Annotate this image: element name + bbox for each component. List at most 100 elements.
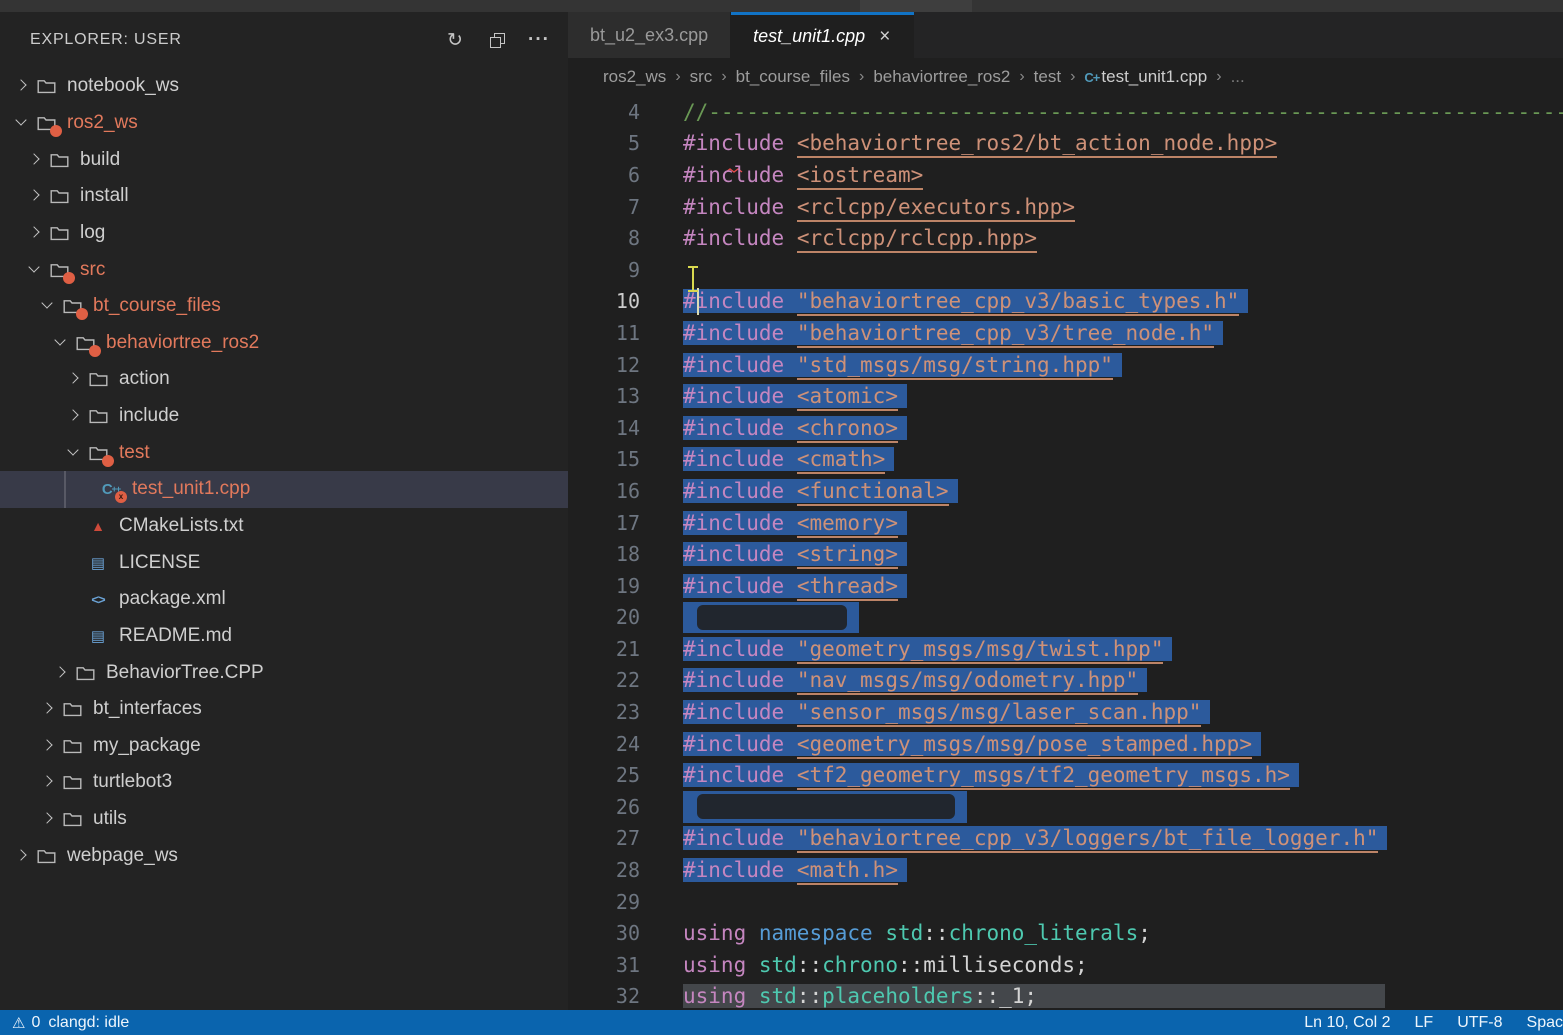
- tree-item-src[interactable]: src: [0, 251, 568, 288]
- chevron-right-icon: [51, 665, 73, 681]
- xml-icon: <>: [86, 589, 110, 609]
- collapse-folders-icon[interactable]: [484, 27, 510, 53]
- refresh-icon[interactable]: ↻: [442, 27, 468, 53]
- tree-item-package.xml[interactable]: <> package.xml: [0, 581, 568, 618]
- code-text: #include <thread>: [683, 574, 907, 598]
- folder-icon: [73, 333, 97, 353]
- status-eol-sequence[interactable]: LF: [1415, 1014, 1434, 1032]
- code-line-4: 4//-------------------------------------…: [568, 96, 1563, 128]
- code-line-32: 32using std::placeholders::_1;: [568, 981, 1563, 1010]
- code-line-29: 29: [568, 886, 1563, 918]
- tree-item-label: package.xml: [119, 588, 226, 610]
- tree-item-action[interactable]: action: [0, 361, 568, 398]
- tree-item-notebook_ws[interactable]: notebook_ws: [0, 68, 568, 105]
- line-number: 12: [568, 353, 640, 377]
- tab-bt_u2_ex3.cpp[interactable]: bt_u2_ex3.cpp: [568, 12, 731, 58]
- tree-item-label: LICENSE: [119, 552, 200, 574]
- code-line-28: 28 #include <math.h>: [568, 854, 1563, 886]
- tree-item-label: BehaviorTree.CPP: [106, 662, 264, 684]
- code-line-22: 22#include "nav_msgs/msg/odometry.hpp": [568, 665, 1563, 697]
- tree-item-label: action: [119, 368, 170, 390]
- line-number: 27: [568, 826, 640, 850]
- chevron-right-icon: [12, 848, 34, 864]
- breadcrumb-item-...[interactable]: ...: [1231, 67, 1245, 87]
- tree-item-bt_interfaces[interactable]: bt_interfaces: [0, 691, 568, 728]
- status-clangd-status[interactable]: clangd: idle: [48, 1014, 129, 1032]
- folder-icon: [60, 736, 84, 756]
- folder-icon: [47, 260, 71, 280]
- tree-item-CMakeLists.txt[interactable]: ▲CMakeLists.txt: [0, 508, 568, 545]
- tree-item-install[interactable]: install: [0, 178, 568, 215]
- breadcrumb-separator-icon: ›: [859, 68, 864, 86]
- code-text: #include "sensor_msgs/msg/laser_scan.hpp…: [683, 700, 1210, 724]
- code-line-17: 17#include <memory>: [568, 507, 1563, 539]
- tab-label: test_unit1.cpp: [753, 26, 865, 47]
- tree-item-ros2_ws[interactable]: ros2_ws: [0, 105, 568, 142]
- tree-item-label: CMakeLists.txt: [119, 515, 244, 537]
- tree-item-test_unit1.cpp[interactable]: C++xtest_unit1.cpp: [0, 471, 568, 508]
- breadcrumb-item-bt_course_files[interactable]: bt_course_files: [736, 67, 850, 87]
- tree-item-test[interactable]: test: [0, 434, 568, 471]
- more-actions-icon[interactable]: ···: [526, 27, 552, 53]
- breadcrumb-item-test[interactable]: test: [1034, 67, 1061, 87]
- code-line-31: 31using std::chrono::milliseconds;: [568, 949, 1563, 981]
- line-number: 15: [568, 447, 640, 471]
- tree-item-turtlebot3[interactable]: turtlebot3: [0, 764, 568, 801]
- tree-item-label: webpage_ws: [67, 845, 178, 867]
- explorer-sidebar: EXPLORER: USER ↻ ··· notebook_wsros2_wsb…: [0, 12, 568, 1010]
- status-cursor-position[interactable]: Ln 10, Col 2: [1304, 1014, 1390, 1032]
- tab-test_unit1.cpp[interactable]: test_unit1.cpp ×: [731, 12, 914, 58]
- status-text: 0: [31, 1014, 40, 1032]
- tree-item-README.md[interactable]: ▤README.md: [0, 618, 568, 655]
- indent-guide: [64, 471, 66, 508]
- code-line-25: 25#include <tf2_geometry_msgs/tf2_geomet…: [568, 759, 1563, 791]
- code-line-18: 18#include <string>: [568, 538, 1563, 570]
- code-text: #include <functional>: [683, 479, 958, 503]
- tree-item-LICENSE[interactable]: ▤LICENSE: [0, 544, 568, 581]
- breadcrumb-item-test_unit1.cpp[interactable]: C+test_unit1.cpp: [1084, 67, 1207, 87]
- tree-item-BehaviorTree.CPP[interactable]: BehaviorTree.CPP: [0, 654, 568, 691]
- status-bar: ⚠0 clangd: idle Ln 10, Col 2 LF UTF-8 Spac: [0, 1010, 1563, 1035]
- code-text: using namespace std::chrono_literals;: [683, 921, 1151, 945]
- explorer-actions: ↻ ···: [442, 27, 552, 53]
- breadcrumb-item-ros2_ws[interactable]: ros2_ws: [603, 67, 666, 87]
- tree-item-build[interactable]: build: [0, 141, 568, 178]
- status-indentation[interactable]: Spac: [1527, 1014, 1563, 1032]
- tree-item-bt_course_files[interactable]: bt_course_files: [0, 288, 568, 325]
- status-right: Ln 10, Col 2 LF UTF-8 Spac: [1304, 1014, 1563, 1032]
- breadcrumb-label: bt_course_files: [736, 67, 850, 86]
- status-encoding[interactable]: UTF-8: [1457, 1014, 1502, 1032]
- tree-item-log[interactable]: log: [0, 215, 568, 252]
- code-text: #include "behaviortree_cpp_v3/tree_node.…: [683, 321, 1223, 345]
- code-text: #include <string>: [683, 542, 907, 566]
- line-number: 17: [568, 511, 640, 535]
- code-text: #include <geometry_msgs/msg/pose_stamped…: [683, 732, 1261, 756]
- breadcrumb-item-src[interactable]: src: [690, 67, 713, 87]
- code-editor[interactable]: 4//-------------------------------------…: [568, 96, 1563, 1010]
- breadcrumb-separator-icon: ›: [1019, 68, 1024, 86]
- code-text: #include <rclcpp/executors.hpp>: [683, 195, 1075, 219]
- tree-item-include[interactable]: include: [0, 398, 568, 435]
- code-text: using std::chrono::milliseconds;: [683, 953, 1088, 977]
- close-icon[interactable]: ×: [877, 26, 892, 48]
- code-text: #include <math.h>: [683, 858, 907, 882]
- status-warnings[interactable]: ⚠0: [12, 1014, 40, 1032]
- code-line-26: 26: [568, 791, 1563, 823]
- chevron-right-icon: [25, 152, 47, 168]
- breadcrumb-separator-icon: ›: [675, 68, 680, 86]
- tab-label: bt_u2_ex3.cpp: [590, 25, 708, 46]
- line-number: 5: [568, 131, 640, 155]
- tree-item-behaviortree_ros2[interactable]: behaviortree_ros2: [0, 324, 568, 361]
- breadcrumb-label: behaviortree_ros2: [873, 67, 1010, 86]
- chevron-down-icon: [12, 115, 34, 131]
- folder-icon: [47, 223, 71, 243]
- code-text: #include <iostream>: [683, 163, 923, 187]
- chevron-down-icon: [64, 445, 86, 461]
- breadcrumb-item-behaviortree_ros2[interactable]: behaviortree_ros2: [873, 67, 1010, 87]
- tree-item-webpage_ws[interactable]: webpage_ws: [0, 837, 568, 874]
- tree-item-utils[interactable]: utils: [0, 801, 568, 838]
- line-number: 28: [568, 858, 640, 882]
- tree-item-my_package[interactable]: my_package: [0, 728, 568, 765]
- chevron-right-icon: [38, 738, 60, 754]
- folder-icon: [73, 663, 97, 683]
